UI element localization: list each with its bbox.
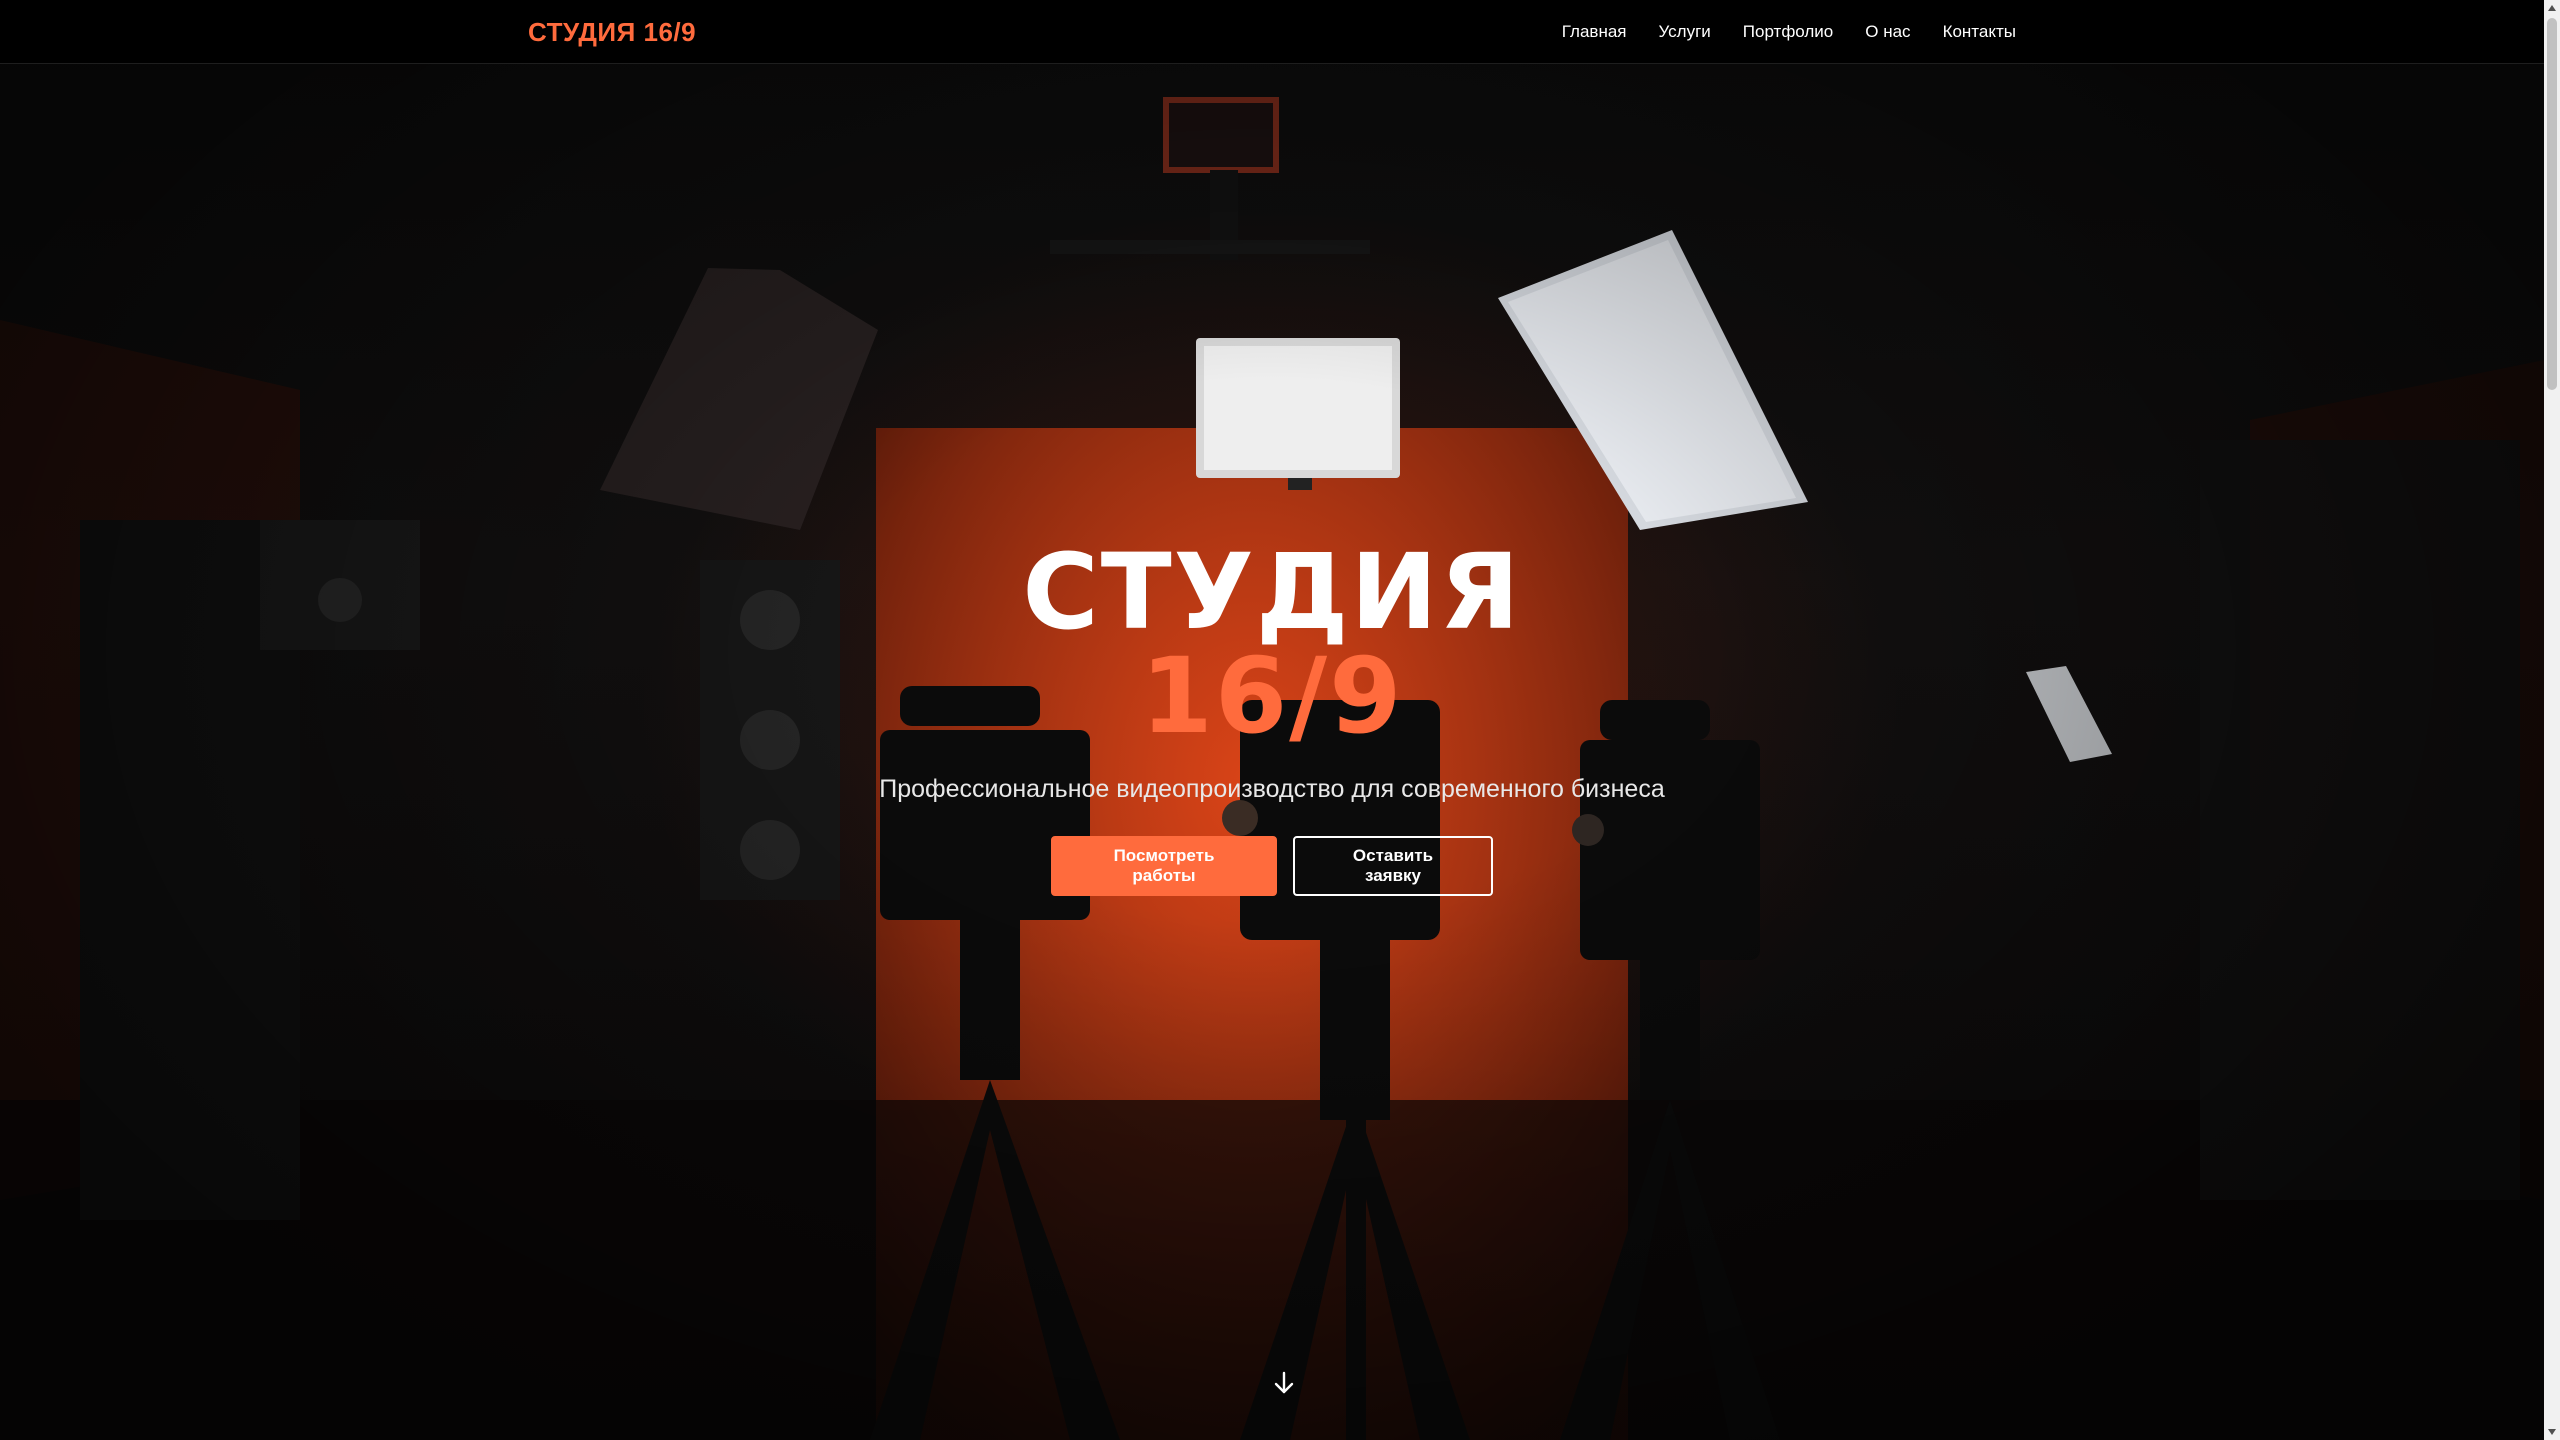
scrollbar-thumb[interactable] xyxy=(2547,18,2557,390)
nav-link-contacts[interactable]: Контакты xyxy=(1943,22,2016,42)
hero-subtitle: Профессиональное видеопроизводство для с… xyxy=(879,775,1665,803)
nav-link-services[interactable]: Услуги xyxy=(1659,22,1711,42)
main-nav: Главная Услуги Портфолио О нас Контакты xyxy=(1562,0,2016,64)
submit-request-button[interactable]: Оставить заявку xyxy=(1293,836,1493,896)
hero-actions: Посмотреть работы Оставить заявку xyxy=(0,836,2544,896)
scroll-up-arrow-icon[interactable] xyxy=(2544,0,2560,16)
page-scrollbar[interactable] xyxy=(2544,0,2560,1440)
page: СТУДИЯ 16/9 Главная Услуги Портфолио О н… xyxy=(0,0,2560,1440)
hero-title-line2: 16/9 xyxy=(1140,635,1404,757)
site-header: СТУДИЯ 16/9 Главная Услуги Портфолио О н… xyxy=(0,0,2544,64)
hero-title: СТУДИЯ 16/9 xyxy=(0,540,2544,748)
logo[interactable]: СТУДИЯ 16/9 xyxy=(528,14,696,50)
arrow-down-icon[interactable] xyxy=(1272,1370,1296,1396)
view-works-button[interactable]: Посмотреть работы xyxy=(1051,836,1277,896)
nav-link-portfolio[interactable]: Портфолио xyxy=(1743,22,1833,42)
nav-link-about[interactable]: О нас xyxy=(1865,22,1910,42)
nav-link-home[interactable]: Главная xyxy=(1562,22,1627,42)
hero-section: СТУДИЯ 16/9 Профессиональное видеопроизв… xyxy=(0,540,2544,896)
scroll-down-arrow-icon[interactable] xyxy=(2544,1424,2560,1440)
